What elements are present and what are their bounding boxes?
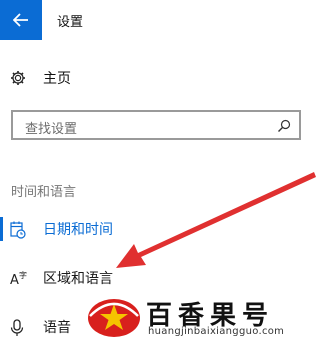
watermark: 百香果号 huangjinbaixiangguo.com xyxy=(80,292,320,342)
watermark-url: huangjinbaixiangguo.com xyxy=(148,326,285,337)
watermark-logo-icon xyxy=(86,294,142,344)
